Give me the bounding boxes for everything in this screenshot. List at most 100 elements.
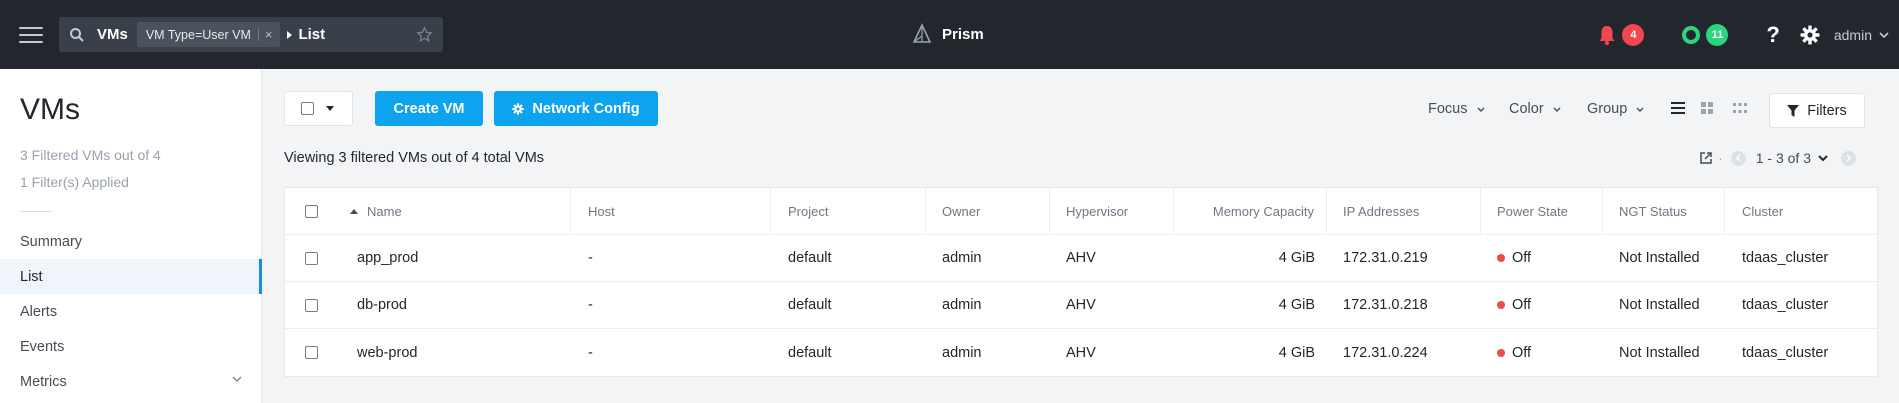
brand-name: Prism (942, 25, 984, 43)
star-icon[interactable] (416, 26, 433, 43)
column-header-label: Power State (1497, 203, 1568, 219)
sidebar-item-metrics[interactable]: Metrics (0, 364, 262, 399)
column-header-label: Project (788, 203, 829, 219)
pagination: · 1 - 3 of 3 (1700, 150, 1856, 166)
row-checkbox-cell (305, 282, 335, 328)
user-menu[interactable]: admin (1834, 27, 1899, 43)
filtered-count-text: 3 Filtered VMs out of 4 (20, 147, 161, 163)
sidebar-item-summary[interactable]: Summary (0, 224, 262, 259)
chip-divider (257, 28, 259, 41)
tile-view-icon[interactable] (1733, 102, 1747, 114)
power-off-dot-icon (1497, 348, 1505, 357)
filter-chip[interactable]: VM Type=User VM × (136, 22, 281, 47)
sidebar-item-label: Alerts (20, 303, 58, 320)
power-off-dot-icon (1497, 301, 1505, 309)
tasks-count-badge[interactable]: 11 (1706, 23, 1729, 46)
chevron-left-icon (1736, 154, 1741, 162)
column-header-cluster[interactable]: Cluster (1725, 188, 1875, 234)
chevron-down-icon (1636, 107, 1644, 112)
filters-button[interactable]: Filters (1769, 93, 1865, 128)
chevron-down-icon[interactable] (232, 376, 242, 382)
focus-dropdown[interactable]: Focus (1428, 101, 1485, 117)
color-dropdown[interactable]: Color (1509, 101, 1561, 117)
group-dropdown[interactable]: Group (1587, 101, 1644, 117)
column-header-name[interactable]: Name (340, 188, 571, 234)
sidebar-item-alerts[interactable]: Alerts (0, 294, 262, 329)
group-label: Group (1587, 101, 1628, 117)
grid-view-icon[interactable] (1701, 102, 1713, 114)
alerts-count-badge[interactable]: 4 (1622, 23, 1645, 46)
power-state-label: Off (1512, 250, 1532, 266)
chevron-down-icon[interactable] (1818, 155, 1828, 161)
top-nav-bar: VMs VM Type=User VM × List Prism 4 11 ? (0, 0, 1899, 69)
search-icon (70, 27, 84, 42)
row-checkbox[interactable] (305, 298, 318, 312)
column-header-power-state[interactable]: Power State (1481, 188, 1603, 234)
settings-gear-icon[interactable] (1800, 25, 1820, 45)
breadcrumb-root[interactable]: VMs (97, 26, 128, 43)
row-checkbox[interactable] (305, 346, 318, 359)
sidebar-item-list[interactable]: List (0, 259, 262, 294)
vm-memory: 4 GiB (1278, 250, 1315, 266)
sidebar-item-label: List (20, 268, 43, 285)
table-row[interactable]: web-prod - default admin AHV 4 GiB 172.3… (285, 329, 1877, 376)
column-header-ngt-status[interactable]: NGT Status (1603, 188, 1725, 234)
prism-logo-icon (912, 23, 932, 43)
vm-hypervisor: AHV (1066, 250, 1096, 266)
user-name: admin (1833, 26, 1872, 43)
vm-power-state: Off (1497, 235, 1531, 281)
select-all-checkbox[interactable] (301, 102, 314, 115)
vm-project: default (788, 344, 832, 361)
vm-power-state: Off (1497, 329, 1531, 376)
viewing-summary-text: Viewing 3 filtered VMs out of 4 total VM… (284, 150, 545, 166)
power-state-label: Off (1512, 297, 1532, 313)
bell-icon[interactable] (1597, 24, 1617, 46)
vm-name[interactable]: db-prod (357, 282, 407, 328)
breadcrumb-leaf[interactable]: List (298, 26, 325, 43)
column-header-memory[interactable]: Memory Capacity (1174, 188, 1327, 234)
prev-page-button[interactable] (1730, 150, 1746, 166)
column-header-label: Owner (942, 203, 981, 219)
select-all-rows-checkbox[interactable] (305, 204, 318, 218)
row-checkbox[interactable] (305, 251, 318, 265)
sidebar-item-events[interactable]: Events (0, 329, 262, 364)
remove-filter-icon[interactable]: × (265, 27, 273, 42)
power-off-dot-icon (1497, 254, 1505, 262)
table-row[interactable]: app_prod - default admin AHV 4 GiB 172.3… (285, 235, 1877, 282)
column-header-ip[interactable]: IP Addresses (1327, 188, 1481, 234)
create-vm-button[interactable]: Create VM (375, 91, 483, 126)
filter-chip-label: VM Type=User VM (145, 27, 251, 42)
column-header-project[interactable]: Project (771, 188, 926, 234)
column-header-owner[interactable]: Owner (926, 188, 1050, 234)
gear-icon (512, 102, 525, 115)
header-checkbox-cell (305, 188, 335, 234)
list-view-icon[interactable] (1671, 102, 1685, 114)
sidebar: VMs 3 Filtered VMs out of 4 1 Filter(s) … (0, 69, 262, 403)
color-label: Color (1509, 101, 1544, 117)
separator-dot: · (1718, 150, 1723, 166)
vm-cluster: tdaas_cluster (1742, 250, 1829, 266)
sidebar-item-label: Summary (20, 233, 83, 250)
vm-name[interactable]: web-prod (357, 329, 417, 376)
page-range[interactable]: 1 - 3 of 3 (1756, 150, 1811, 166)
search-bar[interactable]: VMs VM Type=User VM × List (59, 17, 443, 52)
tasks-status-icon[interactable] (1682, 25, 1701, 44)
export-icon[interactable] (1700, 152, 1712, 164)
table-row[interactable]: db-prod - default admin AHV 4 GiB 172.31… (285, 282, 1877, 329)
vm-name[interactable]: app_prod (357, 235, 418, 281)
hamburger-menu-icon[interactable] (17, 24, 45, 46)
next-page-button[interactable] (1841, 150, 1856, 166)
help-icon[interactable]: ? (1766, 22, 1779, 48)
column-header-label: Memory Capacity (1212, 203, 1314, 219)
column-header-hypervisor[interactable]: Hypervisor (1050, 188, 1174, 234)
table-header-row: Name Host Project Owner Hypervisor Memor… (285, 188, 1877, 235)
network-config-button[interactable]: Network Config (494, 91, 658, 126)
chevron-down-icon (1477, 107, 1484, 112)
network-config-label: Network Config (532, 100, 640, 117)
column-header-host[interactable]: Host (571, 188, 771, 234)
select-all-dropdown[interactable] (284, 91, 353, 126)
sort-ascending-icon (350, 208, 358, 214)
column-header-label: Host (588, 203, 615, 219)
vm-owner: admin (942, 297, 982, 313)
vm-host: - (588, 250, 593, 266)
